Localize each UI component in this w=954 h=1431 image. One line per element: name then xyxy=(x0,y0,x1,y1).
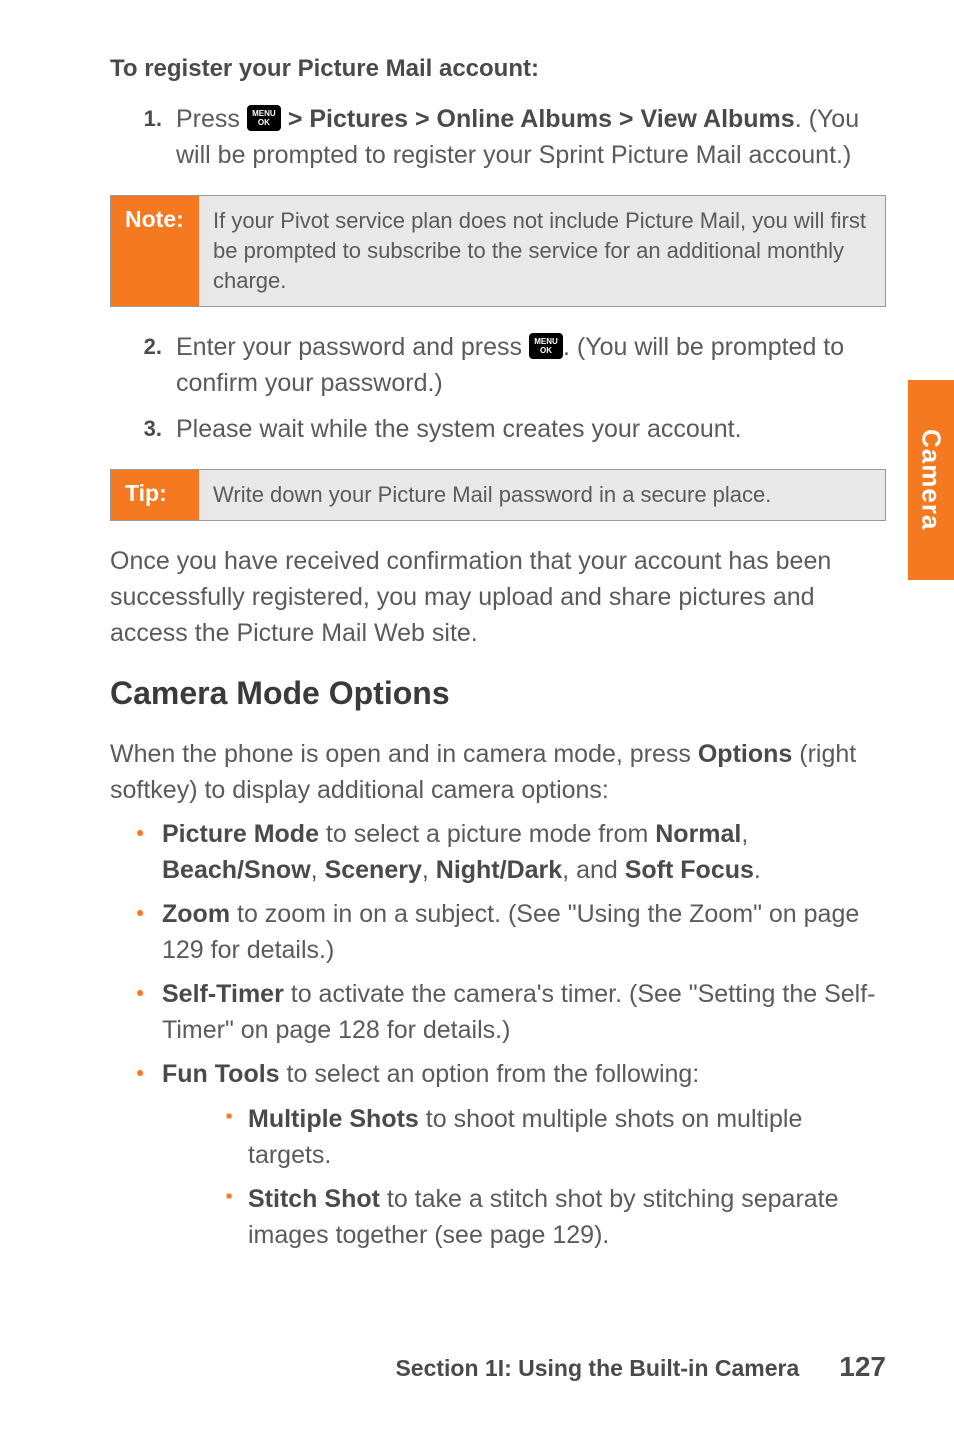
menu-icon-top: MENU xyxy=(534,337,558,346)
bullet-text: . xyxy=(754,856,761,884)
menu-icon-bottom: OK xyxy=(258,118,270,127)
step-text-prefix: Press xyxy=(176,105,247,133)
steps-block-2: 2. Enter your password and press MENU OK… xyxy=(110,329,886,447)
step-2: 2. Enter your password and press MENU OK… xyxy=(138,329,886,401)
footer-page-number: 127 xyxy=(839,1351,886,1383)
step-1: 1. Press MENU OK > Pictures > Online Alb… xyxy=(138,101,886,173)
bullet-bold-text: Self-Timer xyxy=(162,980,284,1008)
bullet-dot-icon xyxy=(136,1056,162,1093)
bullet-item: Zoom to zoom in on a subject. (See "Usin… xyxy=(136,896,886,968)
bullet-body: Self-Timer to activate the camera's time… xyxy=(162,976,886,1048)
bullet-bold-text: Beach/Snow xyxy=(162,856,311,884)
step-body: Press MENU OK > Pictures > Online Albums… xyxy=(176,101,886,173)
sub-bullet-square-icon xyxy=(226,1101,248,1173)
menu-icon-top: MENU xyxy=(252,109,276,118)
bullet-bold-text: Fun Tools xyxy=(162,1060,280,1088)
step-body: Please wait while the system creates you… xyxy=(176,411,886,447)
bullet-bold-text: Stitch Shot xyxy=(248,1185,380,1213)
bullet-bold-text: Multiple Shots xyxy=(248,1105,419,1133)
bullet-text: to select a picture mode from xyxy=(319,820,655,848)
tip-callout: Tip: Write down your Picture Mail passwo… xyxy=(110,469,886,521)
tip-label: Tip: xyxy=(111,470,199,520)
bullet-body: Zoom to zoom in on a subject. (See "Usin… xyxy=(162,896,886,968)
bullet-body: Fun Tools to select an option from the f… xyxy=(162,1056,886,1093)
footer-section-title: Section 1I: Using the Built-in Camera xyxy=(395,1355,799,1382)
bullet-text: to zoom in on a subject. (See "Using the… xyxy=(162,900,859,964)
page-footer: Section 1I: Using the Built-in Camera 12… xyxy=(110,1351,886,1383)
bullet-text: to select an option from the following: xyxy=(280,1060,700,1088)
menu-icon-bottom: OK xyxy=(540,346,552,355)
bullet-dot-icon xyxy=(136,976,162,1048)
step-bold: > Pictures > Online Albums > View Albums xyxy=(288,105,795,133)
step-3: 3. Please wait while the system creates … xyxy=(138,411,886,447)
menu-ok-icon: MENU OK xyxy=(247,105,281,131)
bullet-dot-icon xyxy=(136,896,162,968)
menu-ok-icon: MENU OK xyxy=(529,333,563,359)
sidebar-tab-camera: Camera xyxy=(908,380,954,580)
bullet-item: Self-Timer to activate the camera's time… xyxy=(136,976,886,1048)
bullet-bold-text: Normal xyxy=(655,820,741,848)
bullet-bold-text: Soft Focus xyxy=(625,856,754,884)
bullet-text: , xyxy=(311,856,325,884)
sub-bullet-body: Stitch Shot to take a stitch shot by sti… xyxy=(248,1181,886,1253)
options-bullet-list: Picture Mode to select a picture mode fr… xyxy=(110,816,886,1253)
bullet-dot-icon xyxy=(136,816,162,888)
bullet-bold-text: Night/Dark xyxy=(436,856,562,884)
bullet-text: , xyxy=(422,856,436,884)
sub-bullet-item: Multiple Shots to shoot multiple shots o… xyxy=(226,1101,886,1173)
sub-bullet-list: Multiple Shots to shoot multiple shots o… xyxy=(136,1101,886,1253)
sub-bullet-square-icon xyxy=(226,1181,248,1253)
step-number: 3. xyxy=(138,411,176,447)
tip-body: Write down your Picture Mail password in… xyxy=(199,470,885,520)
step-number: 2. xyxy=(138,329,176,401)
bullet-bold-text: Picture Mode xyxy=(162,820,319,848)
bullet-item: Picture Mode to select a picture mode fr… xyxy=(136,816,886,888)
heading-camera-mode-options: Camera Mode Options xyxy=(110,675,886,712)
bullet-text: , and xyxy=(562,856,625,884)
step-text-prefix: Enter your password and press xyxy=(176,333,529,361)
sub-bullet-body: Multiple Shots to shoot multiple shots o… xyxy=(248,1101,886,1173)
para2-bold: Options xyxy=(698,740,792,768)
bullet-bold-text: Zoom xyxy=(162,900,230,928)
note-label: Note: xyxy=(111,196,199,306)
bullet-item: Fun Tools to select an option from the f… xyxy=(136,1056,886,1093)
bullet-bold-text: Scenery xyxy=(325,856,422,884)
sub-bullet-item: Stitch Shot to take a stitch shot by sti… xyxy=(226,1181,886,1253)
bullet-text: , xyxy=(741,820,748,848)
subheading-register: To register your Picture Mail account: xyxy=(110,55,886,83)
options-intro-paragraph: When the phone is open and in camera mod… xyxy=(110,736,886,808)
step-number: 1. xyxy=(138,101,176,173)
note-callout: Note: If your Pivot service plan does no… xyxy=(110,195,886,307)
confirmation-paragraph: Once you have received confirmation that… xyxy=(110,543,886,651)
note-body: If your Pivot service plan does not incl… xyxy=(199,196,885,306)
step-body: Enter your password and press MENU OK . … xyxy=(176,329,886,401)
bullet-body: Picture Mode to select a picture mode fr… xyxy=(162,816,886,888)
para2-prefix: When the phone is open and in camera mod… xyxy=(110,740,698,768)
steps-block-1: 1. Press MENU OK > Pictures > Online Alb… xyxy=(110,101,886,173)
